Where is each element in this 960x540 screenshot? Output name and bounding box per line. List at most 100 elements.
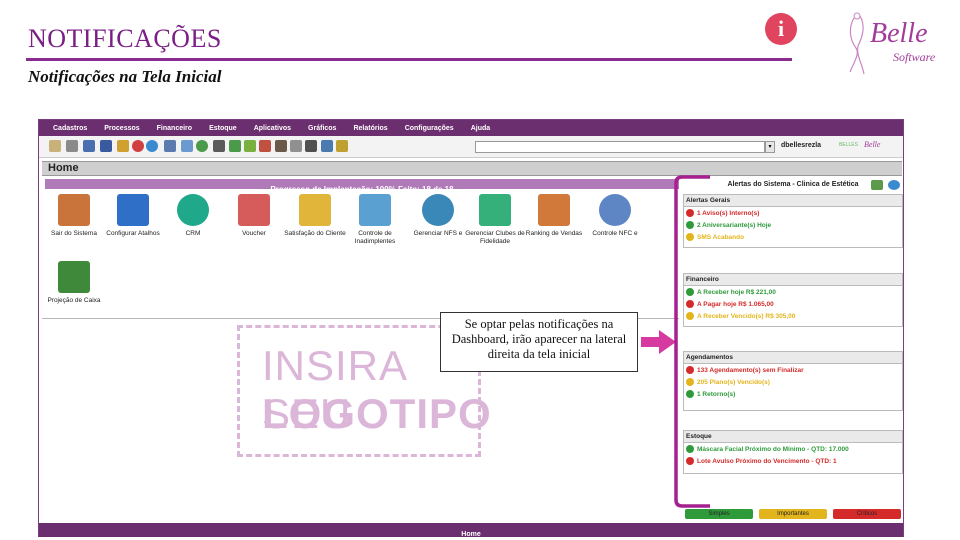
ranking-chart-icon — [538, 194, 570, 226]
tile-label: Gerenciar Clubes de Fidelidade — [465, 230, 525, 245]
chat-icon[interactable] — [321, 140, 333, 152]
tile-gerenciar-nfse[interactable]: Gerenciar NFS e — [406, 194, 470, 238]
menu-item-cadastros[interactable]: Cadastros — [53, 125, 87, 132]
alert-row[interactable]: SMS Acabando — [684, 231, 902, 243]
door-exit-icon — [58, 194, 90, 226]
section-title: Estoque — [684, 431, 902, 443]
tile-controle-de-inadimplentes[interactable]: Controle de Inadimplentes — [343, 194, 407, 245]
alert-row[interactable]: 133 Agendamento(s) sem Finalizar — [684, 364, 902, 376]
pin-icon[interactable] — [181, 140, 193, 152]
alerts-panel: Alertas do Sistema - Clinica de Estética… — [683, 178, 903, 508]
target-icon[interactable] — [132, 140, 144, 152]
refresh-icon[interactable] — [196, 140, 208, 152]
shopping-cart-icon[interactable] — [213, 140, 225, 152]
alert-row[interactable]: 1 Retorno(s) — [684, 388, 902, 400]
alert-row[interactable]: A Receber hoje R$ 221,00 — [684, 286, 902, 298]
slide-title: NOTIFICAÇÕES — [28, 24, 222, 53]
menu-item-estoque[interactable]: Estoque — [209, 125, 237, 132]
section-estoque: Estoque Máscara Facial Próximo do Mínimo… — [683, 430, 903, 474]
tile-gerenciar-clubes[interactable]: Gerenciar Clubes de Fidelidade — [463, 194, 527, 245]
home-title: Home — [48, 162, 79, 174]
crm-people-icon — [177, 194, 209, 226]
edit-icon[interactable] — [259, 140, 271, 152]
legend-simples[interactable]: Simples — [685, 509, 753, 519]
slide-subtitle: Notificações na Tela Inicial — [28, 67, 222, 86]
alert-row[interactable]: A Receber Vencido(s) R$ 305,00 — [684, 310, 902, 322]
tile-satisfacao-do-cliente[interactable]: Satisfação do Cliente — [283, 194, 347, 238]
menu-item-graficos[interactable]: Gráficos — [308, 125, 336, 132]
legend-importantes[interactable]: Importantes — [759, 509, 827, 519]
chevron-down-icon[interactable]: ▾ — [765, 141, 775, 153]
progress-text: Progresso da Implantação: 100% Feito: 18… — [270, 185, 454, 194]
legend-criticos[interactable]: Críticos — [833, 509, 901, 519]
menu-item-aplicativos[interactable]: Aplicativos — [254, 125, 291, 132]
alert-row[interactable]: 2 Aniversariante(s) Hoje — [684, 219, 902, 231]
people-icon[interactable] — [164, 140, 176, 152]
tile-label: Sair do Sistema — [51, 230, 97, 237]
tile-label: Controle NFC e — [592, 230, 638, 237]
alerts-panel-title: Alertas do Sistema - Clinica de Estética — [727, 181, 859, 188]
info-icon: i — [765, 13, 797, 45]
alert-text: Lote Avulso Próximo do Vencimento - QTD:… — [697, 457, 837, 465]
brand-name: Belle — [870, 18, 928, 49]
document-check-icon — [359, 194, 391, 226]
user-label: dbellesrezla — [781, 142, 822, 149]
tile-label: Controle de Inadimplentes — [354, 230, 396, 245]
add-alert-icon[interactable] — [871, 180, 883, 190]
document-icon[interactable] — [290, 140, 302, 152]
menu-item-financeiro[interactable]: Financeiro — [157, 125, 192, 132]
alert-row[interactable]: 205 Plano(s) Vencido(s) — [684, 376, 902, 388]
menu-item-ajuda[interactable]: Ajuda — [471, 125, 490, 132]
section-agendamentos: Agendamentos 133 Agendamento(s) sem Fina… — [683, 351, 903, 411]
tile-ranking-de-vendas[interactable]: Ranking de Vendas — [522, 194, 586, 238]
key-icon[interactable] — [336, 140, 348, 152]
search-input[interactable] — [475, 141, 765, 153]
tile-controle-nfce[interactable]: Controle NFC e — [583, 194, 647, 238]
book-icon[interactable] — [275, 140, 287, 152]
shortcut-arrow-icon — [117, 194, 149, 226]
alert-row[interactable]: 1 Aviso(s) Interno(s) — [684, 207, 902, 219]
menu-bar: Cadastros Processos Financeiro Estoque A… — [39, 120, 903, 136]
satisfaction-faces-icon — [299, 194, 331, 226]
implementation-progress-bar: Progresso da Implantação: 100% Feito: 18… — [45, 179, 679, 194]
tile-projecao-de-caixa[interactable]: Projeção de Caixa — [42, 261, 106, 305]
menu-item-configuracoes[interactable]: Configurações — [405, 125, 454, 132]
footer-label: Home — [461, 531, 481, 538]
arrow-right-icon — [641, 330, 676, 354]
tile-label: Voucher — [242, 230, 266, 237]
menu-item-processos[interactable]: Processos — [104, 125, 139, 132]
card-icon[interactable] — [83, 140, 95, 152]
section-title: Alertas Gerais — [684, 195, 902, 207]
tile-sair-do-sistema[interactable]: Sair do Sistema — [42, 194, 106, 238]
nfce-seal-icon — [599, 194, 631, 226]
cash-projection-icon — [58, 261, 90, 293]
tile-label: Configurar Atalhos — [106, 230, 160, 237]
title-rule — [26, 58, 792, 61]
belle-small-logo: Belle — [864, 140, 881, 149]
alert-row[interactable]: A Pagar hoje R$ 1.065,00 — [684, 298, 902, 310]
tile-crm[interactable]: CRM — [161, 194, 225, 238]
visa-icon[interactable] — [100, 140, 112, 152]
logo-placeholder-line2: LOGOTIPO — [262, 390, 492, 437]
alert-row[interactable]: Lote Avulso Próximo do Vencimento - QTD:… — [684, 455, 902, 467]
tile-label: CRM — [185, 230, 201, 237]
tile-voucher[interactable]: Voucher — [222, 194, 286, 238]
section-financeiro: Financeiro A Receber hoje R$ 221,00 A Pa… — [683, 273, 903, 327]
user-icon[interactable] — [49, 140, 61, 152]
check-list-icon[interactable] — [244, 140, 256, 152]
alert-row[interactable]: Máscara Facial Próximo do Mínimo - QTD: … — [684, 443, 902, 455]
menu-item-relatorios[interactable]: Relatórios — [353, 125, 387, 132]
diamond-club-icon — [479, 194, 511, 226]
phone-icon[interactable] — [305, 140, 317, 152]
coins-icon[interactable] — [117, 140, 129, 152]
money-icon[interactable] — [229, 140, 241, 152]
globe-icon[interactable] — [146, 140, 158, 152]
toolbar: ▾ dbellesrezla BELLES Belle — [39, 136, 903, 158]
tile-configurar-atalhos[interactable]: Configurar Atalhos — [101, 194, 165, 238]
gift-voucher-icon — [238, 194, 270, 226]
brand-tagline: Software — [893, 50, 936, 64]
home-icon[interactable] — [66, 140, 78, 152]
refresh-icon[interactable] — [888, 180, 900, 190]
highlight-bracket — [674, 175, 710, 508]
tile-label: Gerenciar NFS e — [413, 230, 463, 237]
